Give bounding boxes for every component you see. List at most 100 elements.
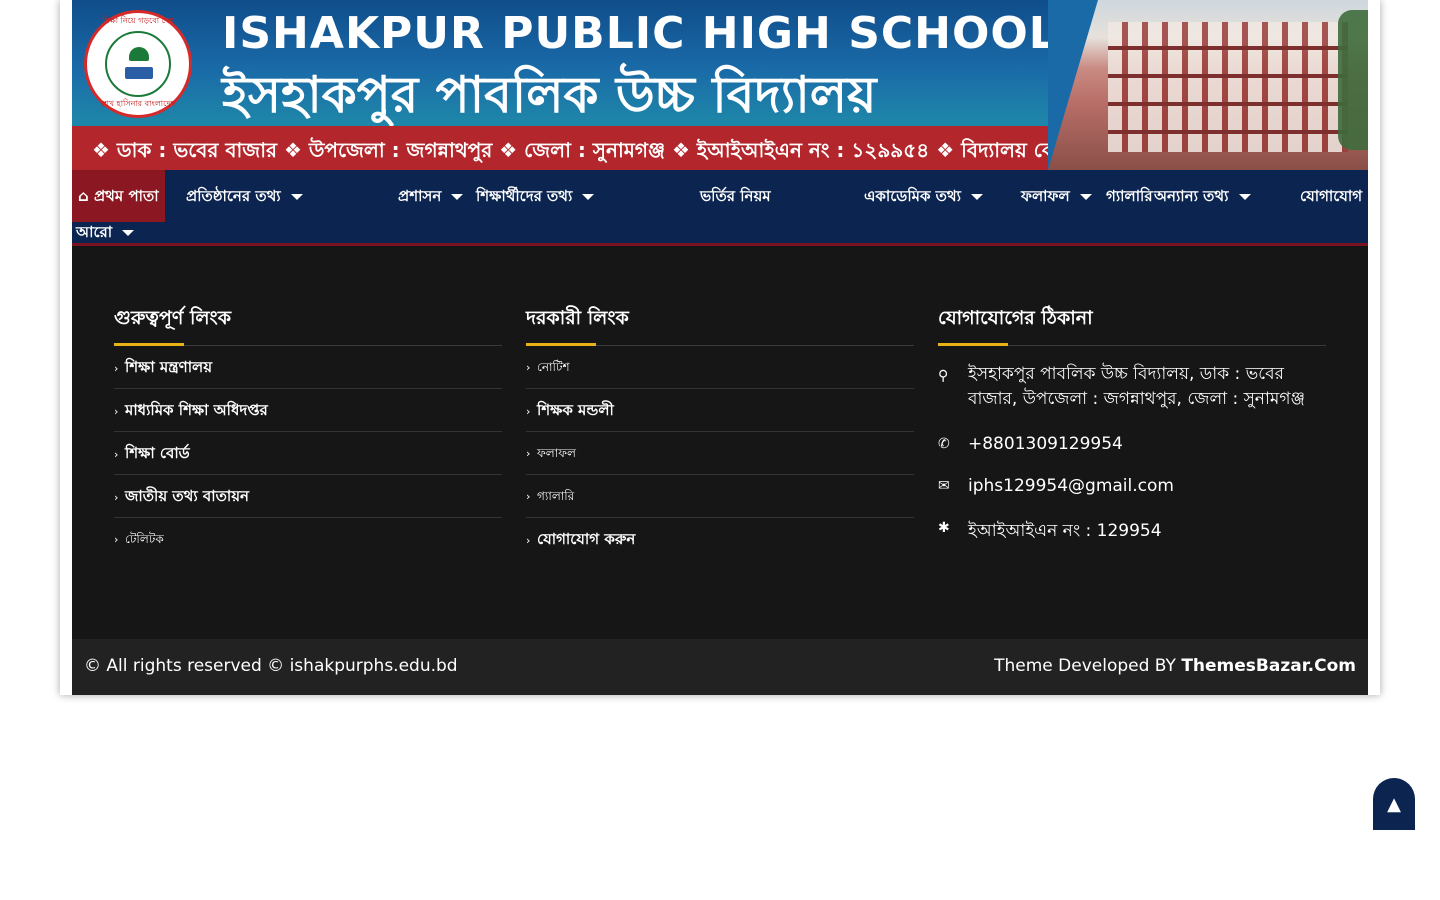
nav-item-admission-rules[interactable]: ভর্তির নিয়ম	[696, 178, 775, 214]
nav-item-label: প্রথম পাতা	[93, 187, 159, 205]
contact-phone-text: +8801309129954	[968, 434, 1123, 454]
footer-important-links: গুরুত্বপূর্ণ লিংক › শিক্ষা মন্ত্রণালয় › ম…	[114, 304, 502, 561]
title-accent-bar	[526, 343, 596, 346]
nav-item-gallery[interactable]: গ্যালারি	[1102, 178, 1157, 214]
widget-title: দরকারী লিংক	[526, 307, 629, 329]
logo-emblem	[105, 31, 171, 97]
footer-link[interactable]: › শিক্ষক মন্ডলী	[526, 389, 914, 432]
theme-credit-prefix: Theme Developed BY	[994, 656, 1182, 676]
caret-down-icon	[451, 193, 464, 200]
contact-phone[interactable]: ✆ +8801309129954	[938, 434, 1326, 454]
footer-link[interactable]: › শিক্ষা মন্ত্রণালয়	[114, 346, 502, 389]
email-icon: ✉	[938, 478, 950, 494]
footer-link-label: গ্যালারি	[537, 489, 575, 503]
contact-address: ⚲ ইসহাকপুর পাবলিক উচ্চ বিদ্যালয়, ডাক : …	[938, 362, 1326, 412]
page-wrapper: শিক্ষা নিয়ে গড়বো দেশ শেখ হাসিনার বাংলা…	[60, 0, 1380, 695]
nav-item-administration[interactable]: প্রশাসন	[394, 178, 467, 214]
footer-link-label: শিক্ষা মন্ত্রণালয়	[125, 358, 213, 376]
location-pin-icon: ⚲	[938, 368, 949, 384]
caret-down-icon	[290, 193, 303, 200]
title-accent-bar	[114, 343, 184, 346]
chevron-right-icon: ›	[526, 534, 531, 547]
caret-down-icon	[122, 229, 135, 236]
widget-title-divider	[114, 340, 502, 346]
footer-link-label: শিক্ষা বোর্ড	[125, 444, 190, 462]
footer-link-label: ফলাফল	[537, 446, 576, 460]
chevron-right-icon: ›	[114, 362, 119, 375]
caret-down-icon	[1238, 193, 1251, 200]
footer-link[interactable]: › যোগাযোগ করুন	[526, 518, 914, 561]
theme-developer-link[interactable]: ThemesBazar.Com	[1181, 656, 1356, 676]
nav-item-label: ফলাফল	[1021, 187, 1070, 205]
widget-title-divider	[938, 340, 1326, 346]
chevron-right-icon: ›	[526, 447, 531, 460]
theme-credit: Theme Developed BY ThemesBazar.Com	[994, 656, 1356, 676]
widget-title: যোগাযোগের ঠিকানা	[938, 307, 1093, 329]
site-header-banner: শিক্ষা নিয়ে গড়বো দেশ শেখ হাসিনার বাংলা…	[72, 0, 1368, 170]
building-floors	[1108, 22, 1348, 152]
nav-item-student-info[interactable]: শিক্ষার্থীদের তথ্য	[472, 178, 598, 214]
nav-item-label: আরো	[76, 223, 113, 241]
footer-link[interactable]: › টেলিটক	[114, 518, 502, 561]
nav-item-label: যোগাযোগ	[1300, 187, 1363, 205]
nav-item-label: অন্যান্য তথ্য	[1154, 187, 1229, 205]
school-info-text: ❖ ডাক : ভবের বাজার ❖ উপজেলা : জগন্নাথপুর…	[92, 138, 1151, 162]
contact-email[interactable]: ✉ iphs129954@gmail.com	[938, 476, 1326, 496]
school-name-english: ISHAKPUR PUBLIC HIGH SCHOOL	[222, 8, 1058, 59]
nav-item-other-info[interactable]: অন্যান্য তথ্য	[1150, 178, 1255, 214]
footer-link[interactable]: › ফলাফল	[526, 432, 914, 475]
tree-image	[1338, 10, 1368, 150]
nav-item-results[interactable]: ফলাফল	[1017, 178, 1096, 214]
footer-link-label: জাতীয় তথ্য বাতায়ন	[125, 487, 250, 505]
footer-link[interactable]: › মাধ্যমিক শিক্ষা অধিদপ্তর	[114, 389, 502, 432]
footer-link[interactable]: › শিক্ষা বোর্ড	[114, 432, 502, 475]
chevron-right-icon: ›	[114, 448, 119, 461]
footer-link-label: যোগাযোগ করুন	[537, 530, 636, 548]
chevron-right-icon: ›	[114, 533, 119, 546]
chevron-right-icon: ›	[114, 491, 119, 504]
nav-item-institution-info[interactable]: প্রতিষ্ঠানের তথ্য	[182, 178, 307, 214]
nav-item-label: শিক্ষার্থীদের তথ্য	[476, 187, 573, 205]
chevron-right-icon: ›	[526, 405, 531, 418]
footer-widgets: গুরুত্বপূর্ণ লিংক › শিক্ষা মন্ত্রণালয় › ম…	[72, 246, 1368, 639]
book-icon	[125, 67, 153, 79]
main-navigation: ⌂ প্রথম পাতা প্রতিষ্ঠানের তথ্য প্রশাসন শ…	[72, 170, 1368, 246]
footer-link-label: টেলিটক	[125, 532, 164, 546]
nav-item-label: ভর্তির নিয়ম	[700, 187, 771, 205]
nav-item-label: গ্যালারি	[1106, 187, 1153, 205]
footer-link-label: নোটিশ	[537, 360, 570, 374]
arrow-up-icon: ▲	[1387, 794, 1401, 815]
footer-useful-links: দরকারী লিংক › নোটিশ › শিক্ষক মন্ডলী › ফলাফল…	[526, 304, 914, 561]
widget-title-divider	[526, 340, 914, 346]
footer-link[interactable]: › গ্যালারি	[526, 475, 914, 518]
back-to-top-button[interactable]: ▲	[1373, 778, 1415, 830]
id-icon: ✱	[938, 520, 950, 536]
school-info-strip: ❖ ডাক : ভবের বাজার ❖ উপজেলা : জগন্নাথপুর…	[72, 126, 1150, 170]
footer-link[interactable]: › নোটিশ	[526, 346, 914, 389]
chevron-right-icon: ›	[526, 361, 531, 374]
logo-bottom-text: শেখ হাসিনার বাংলাদেশ	[100, 99, 176, 108]
school-building-photo	[1048, 0, 1368, 170]
copyright-bar: © All rights reserved © ishakpurphs.edu.…	[72, 639, 1368, 695]
tree-icon	[129, 47, 149, 61]
caret-down-icon	[970, 193, 983, 200]
nav-item-more[interactable]: আরো	[72, 214, 138, 250]
chevron-right-icon: ›	[114, 405, 119, 418]
contact-address-text: ইসহাকপুর পাবলিক উচ্চ বিদ্যালয়, ডাক : ভব…	[968, 364, 1305, 409]
home-icon: ⌂	[78, 187, 89, 205]
phone-icon: ✆	[938, 436, 950, 452]
nav-item-label: প্রতিষ্ঠানের তথ্য	[186, 187, 281, 205]
footer-link-label: মাধ্যমিক শিক্ষা অধিদপ্তর	[125, 401, 268, 419]
contact-email-text: iphs129954@gmail.com	[968, 476, 1174, 496]
title-accent-bar	[938, 343, 1008, 346]
photo-diagonal-edge	[1048, 0, 1098, 170]
contact-eiin: ✱ ইআইআইএন নং : 129954	[938, 518, 1326, 546]
footer-link[interactable]: › জাতীয় তথ্য বাতায়ন	[114, 475, 502, 518]
school-logo[interactable]: শিক্ষা নিয়ে গড়বো দেশ শেখ হাসিনার বাংলা…	[84, 10, 192, 118]
nav-item-label: প্রশাসন	[398, 187, 442, 205]
caret-down-icon	[1079, 193, 1092, 200]
contact-eiin-text: ইআইআইএন নং : 129954	[968, 521, 1162, 541]
nav-item-contact[interactable]: যোগাযোগ	[1296, 178, 1366, 214]
widget-title: গুরুত্বপূর্ণ লিংক	[114, 307, 232, 329]
nav-item-academic-info[interactable]: একাডেমিক তথ্য	[860, 178, 987, 214]
